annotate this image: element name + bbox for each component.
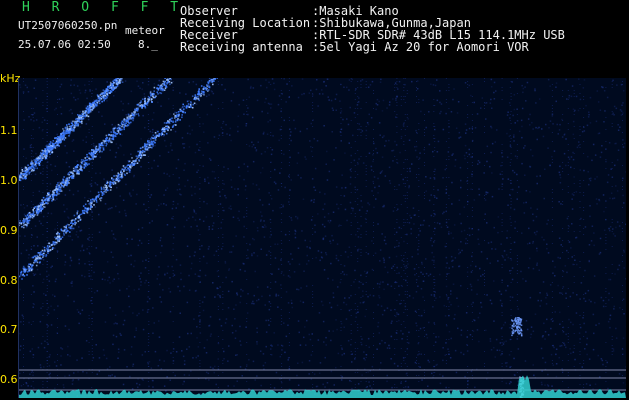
y-tick-label: 0.9 <box>0 224 18 237</box>
antenna-label: Receiving antenna <box>180 40 303 54</box>
y-tick-label: 1.1 <box>0 124 18 137</box>
scale-label: 8._ <box>138 38 158 51</box>
filename-label: UT2507060250.pn <box>18 19 118 32</box>
spectrogram-plot <box>18 78 626 398</box>
antenna-value: :5el Yagi Az 20 for Aomori VOR <box>312 40 529 54</box>
app-logo: H R O F F T <box>22 0 186 15</box>
spectrogram-canvas <box>19 78 626 398</box>
y-tick-label: 0.7 <box>0 323 18 336</box>
y-tick-label: 1.0 <box>0 174 18 187</box>
datetime-label: 25.07.06 02:50 <box>18 38 111 51</box>
header-panel: H R O F F T UT2507060250.pn meteor 25.07… <box>0 0 629 78</box>
y-tick-label: 0.6 <box>0 373 18 386</box>
y-tick-label: 0.8 <box>0 274 18 287</box>
mode-label: meteor <box>125 24 165 37</box>
